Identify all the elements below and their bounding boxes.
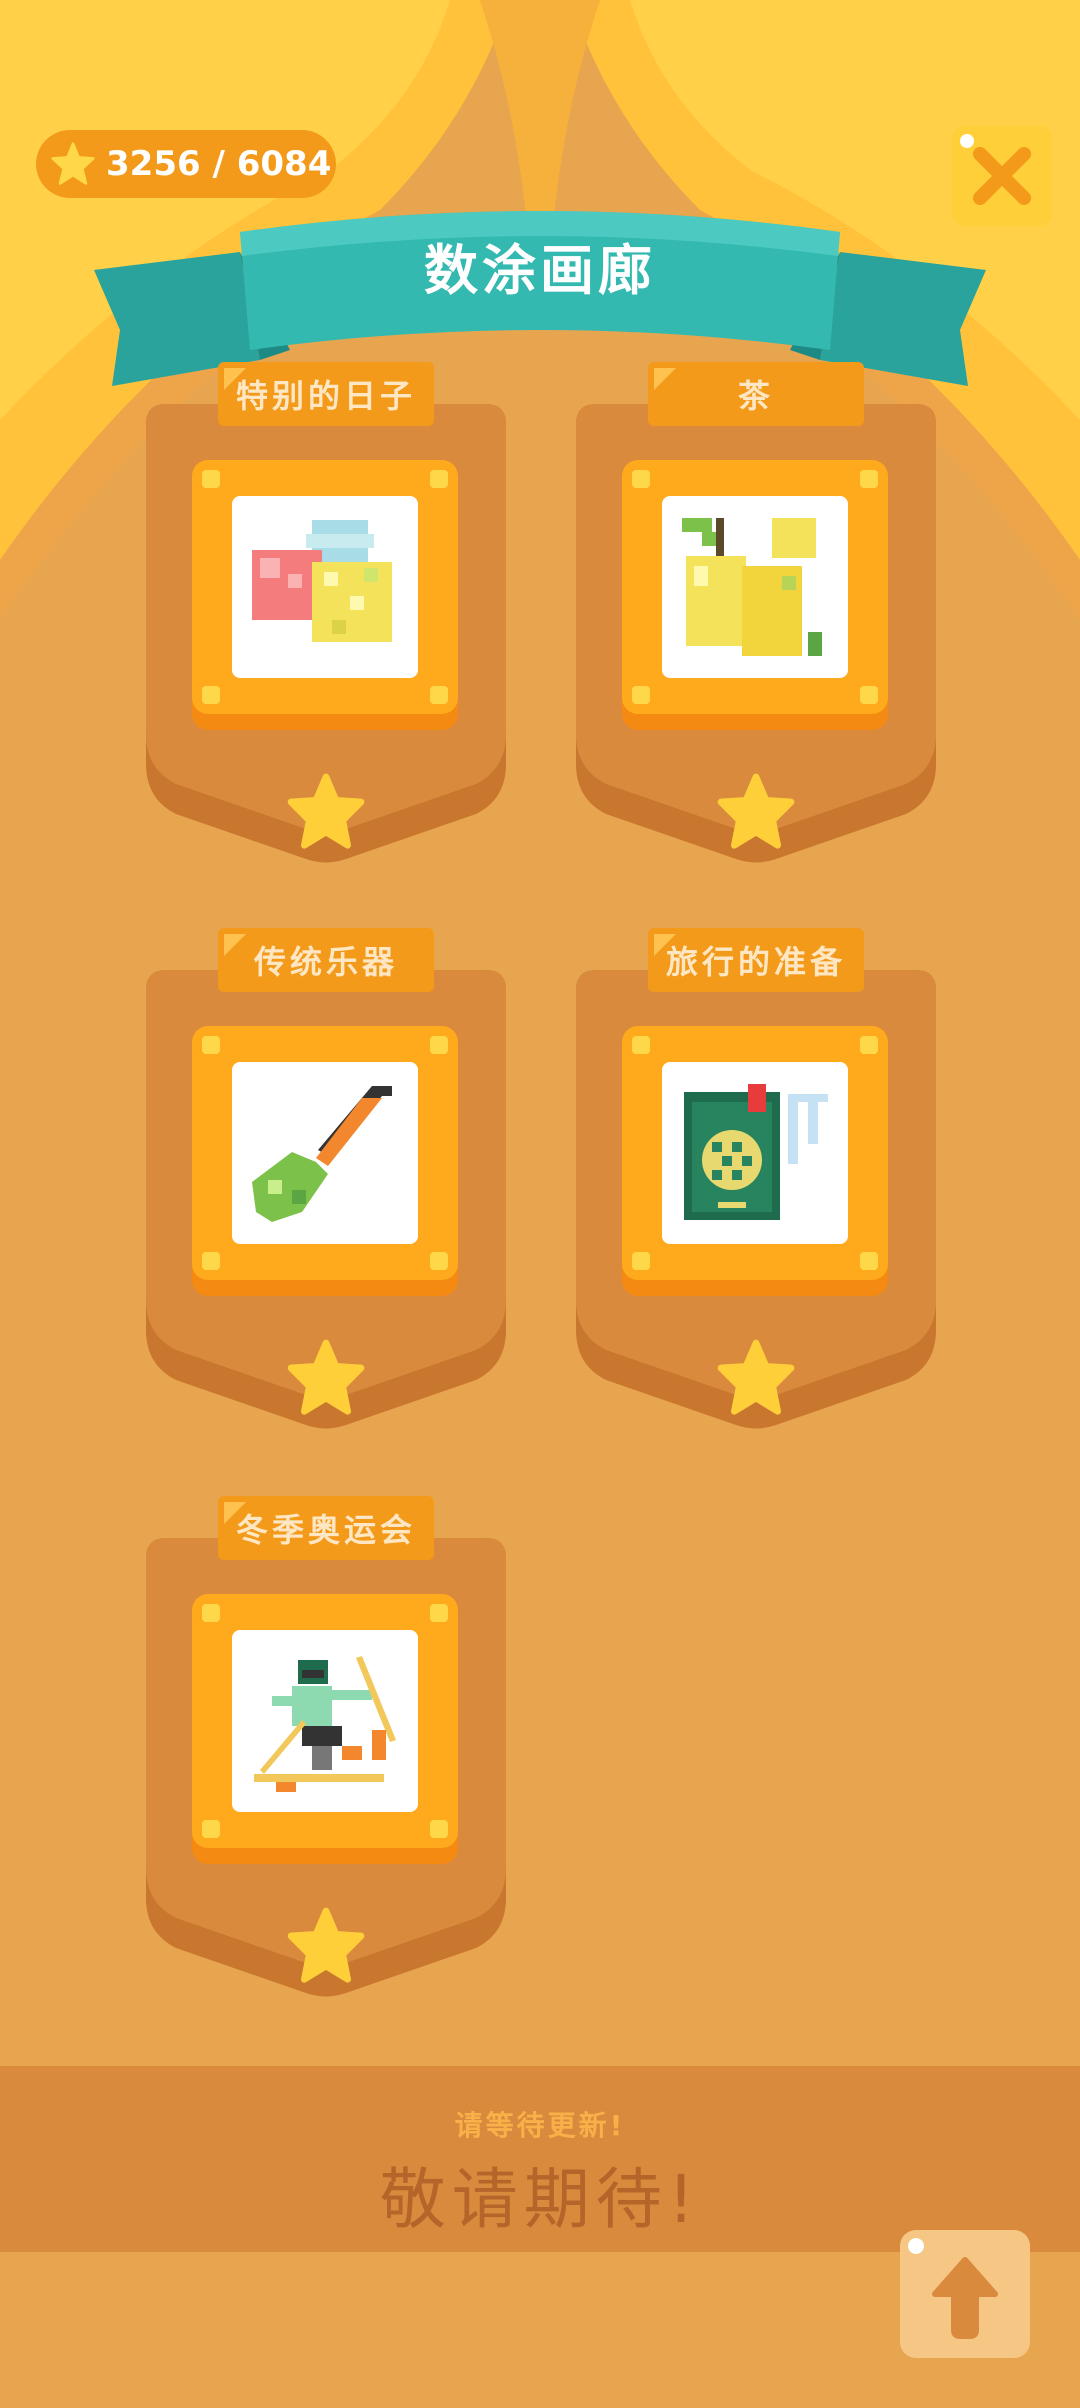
category-card-tea[interactable]: 茶 bbox=[576, 362, 936, 964]
star-count-text: 3256 / 6084 bbox=[106, 144, 332, 184]
star-icon bbox=[287, 1907, 365, 1983]
scroll-to-top-button[interactable] bbox=[900, 2230, 1030, 2358]
category-card-winter-olympics[interactable]: 冬季奥运会 bbox=[146, 1496, 506, 2098]
category-label: 茶 bbox=[648, 362, 864, 426]
bolt bbox=[430, 686, 448, 704]
star-icon bbox=[717, 773, 795, 849]
bolt bbox=[430, 1604, 448, 1622]
category-label: 特别的日子 bbox=[218, 362, 434, 426]
bolt bbox=[860, 470, 878, 488]
instrument-pixel-art-icon bbox=[232, 1062, 418, 1244]
bolt bbox=[202, 686, 220, 704]
fruit-pixel-art-icon bbox=[232, 496, 418, 678]
bolt bbox=[632, 1252, 650, 1270]
passport-pixel-art-icon bbox=[662, 1062, 848, 1244]
image-frame bbox=[622, 1026, 888, 1280]
image-frame bbox=[192, 460, 458, 714]
star-icon bbox=[51, 142, 95, 185]
bolt bbox=[202, 1820, 220, 1838]
button-shine bbox=[908, 2238, 924, 2254]
star-icon bbox=[717, 1339, 795, 1415]
bolt bbox=[202, 1604, 220, 1622]
coming-soon-subtitle: 请等待更新! bbox=[454, 2109, 626, 2142]
image-frame bbox=[192, 1594, 458, 1848]
pear-pixel-art-icon bbox=[662, 496, 848, 678]
bolt bbox=[860, 686, 878, 704]
coming-soon-panel: 请等待更新! 敬请期待! bbox=[0, 2066, 1080, 2252]
bolt bbox=[430, 1820, 448, 1838]
category-label: 旅行的准备 bbox=[648, 928, 864, 992]
star-icon bbox=[287, 1339, 365, 1415]
image-frame bbox=[622, 460, 888, 714]
bolt bbox=[860, 1252, 878, 1270]
category-card-travel-prep[interactable]: 旅行的准备 bbox=[576, 928, 936, 1530]
bolt bbox=[632, 1036, 650, 1054]
bolt bbox=[202, 1252, 220, 1270]
bolt bbox=[430, 470, 448, 488]
bolt bbox=[430, 1036, 448, 1054]
category-label: 传统乐器 bbox=[218, 928, 434, 992]
coming-soon-message: 敬请期待! bbox=[379, 2161, 701, 2238]
category-card-traditional-instruments[interactable]: 传统乐器 bbox=[146, 928, 506, 1530]
bolt bbox=[860, 1036, 878, 1054]
bolt bbox=[632, 470, 650, 488]
bolt bbox=[632, 686, 650, 704]
image-frame bbox=[192, 1026, 458, 1280]
page-title: 数涂画廊 bbox=[424, 239, 656, 302]
skier-pixel-art-icon bbox=[232, 1630, 418, 1812]
category-card-special-days[interactable]: 特别的日子 bbox=[146, 362, 506, 964]
star-counter: 3256 / 6084 bbox=[36, 130, 336, 198]
star-icon bbox=[287, 773, 365, 849]
bolt bbox=[202, 1036, 220, 1054]
button-shine bbox=[960, 134, 974, 148]
category-label: 冬季奥运会 bbox=[218, 1496, 434, 1560]
bolt bbox=[430, 1252, 448, 1270]
bolt bbox=[202, 470, 220, 488]
